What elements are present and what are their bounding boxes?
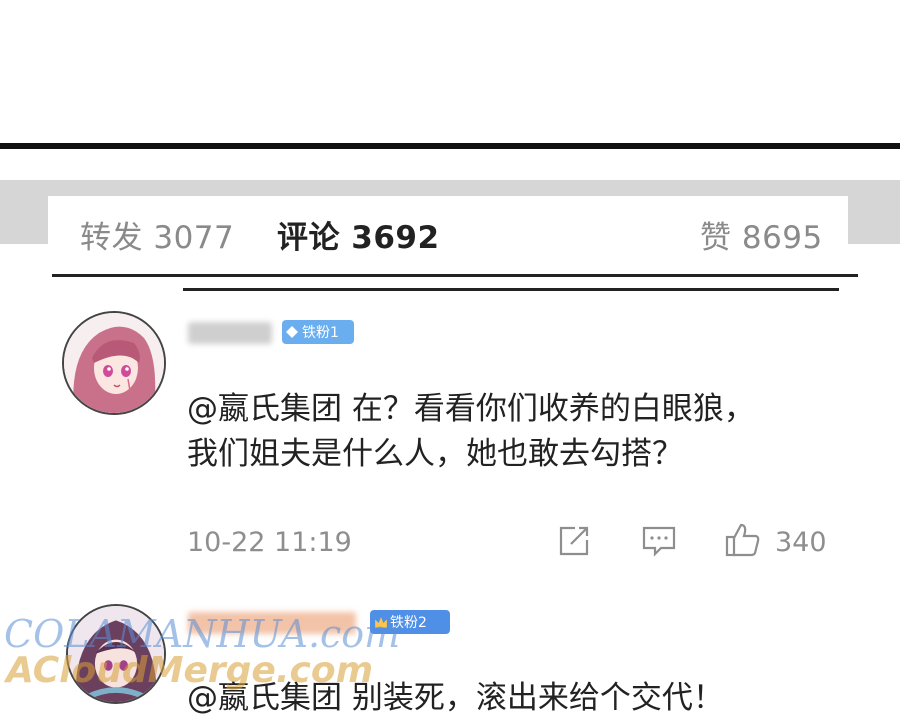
likes-count-tab[interactable]: 赞 8695	[700, 212, 823, 257]
comment-body: @嬴氏集团 在？看看你们收养的白眼狼， 我们姐夫是什么人，她也敢去勾搭？	[187, 387, 847, 477]
like-count: 340	[775, 527, 827, 558]
repost-count-tab[interactable]: 转发 3077	[80, 212, 234, 257]
watermark-text: ACloudMerge.com	[6, 650, 374, 691]
fan-badge: 铁粉1	[282, 320, 354, 344]
divider-line-inner	[183, 288, 839, 291]
badge-label: 铁粉1	[302, 325, 339, 341]
diamond-icon	[286, 326, 298, 338]
comment-icon[interactable]	[641, 524, 677, 562]
top-divider	[0, 143, 900, 149]
thumbs-up-icon[interactable]	[724, 521, 762, 563]
comments-count-tab[interactable]: 评论 3692	[277, 212, 440, 257]
share-icon[interactable]	[557, 524, 591, 562]
divider-line	[52, 274, 858, 277]
username-blurred[interactable]	[188, 322, 272, 344]
avatar[interactable]	[62, 311, 166, 415]
comment-line: 我们姐夫是什么人，她也敢去勾搭？	[187, 436, 683, 472]
comment-timestamp: 10-22 11:19	[187, 527, 352, 558]
avatar-illustration	[64, 313, 164, 413]
comment-line: @嬴氏集团 在？看看你们收养的白眼狼，	[187, 391, 755, 427]
